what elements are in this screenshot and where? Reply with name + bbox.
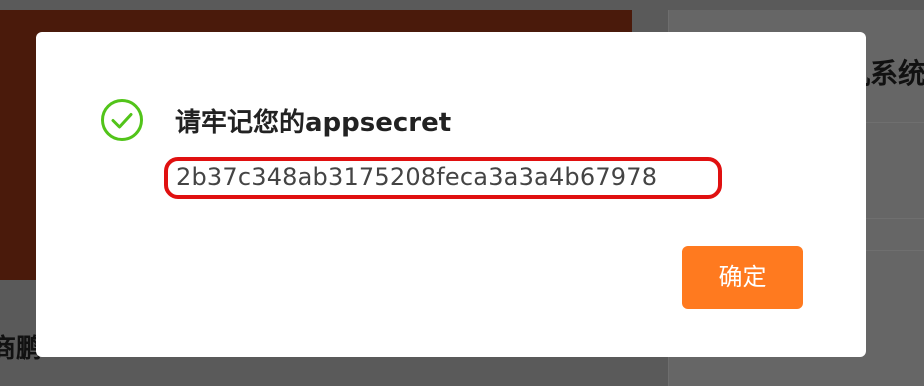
appsecret-value: 2b37c348ab3175208feca3a3a4b67978 [176, 163, 658, 191]
check-circle-icon [101, 99, 143, 141]
appsecret-modal: 请牢记您的appsecret 2b37c348ab3175208feca3a3a… [36, 32, 866, 357]
confirm-button[interactable]: 确定 [682, 246, 803, 309]
modal-title: 请牢记您的appsecret [175, 108, 452, 138]
page: 商鹏 机系统 请牢记您的appsecret 2b37c348ab3175208f… [0, 0, 924, 386]
